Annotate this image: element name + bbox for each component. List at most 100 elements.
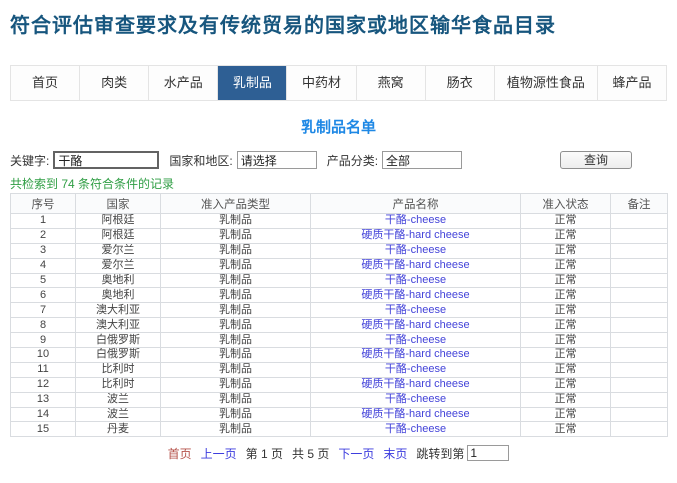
current-page-text: 第 1 页 xyxy=(245,446,283,461)
product-name-cell: 硬质干酪-hard cheese xyxy=(310,257,521,274)
table-cell: 白俄罗斯 xyxy=(75,347,161,363)
product-name-link[interactable]: 硬质干酪-hard cheese xyxy=(361,259,469,271)
product-name-cell: 硬质干酪-hard cheese xyxy=(310,406,521,423)
jump-to-page-input[interactable] xyxy=(467,445,510,462)
table-cell xyxy=(610,272,668,289)
table-row: 11 比利时 乳制品 干酪-cheese 正常 xyxy=(10,361,668,378)
nav-tab-4[interactable]: 中药材 xyxy=(287,66,357,100)
product-name-link[interactable]: 干酪-cheese xyxy=(385,274,446,286)
table-cell xyxy=(610,332,668,349)
table-cell: 正常 xyxy=(520,391,611,408)
table-cell xyxy=(610,361,668,378)
product-name-link[interactable]: 硬质干酪-hard cheese xyxy=(361,229,469,241)
table-cell: 正常 xyxy=(520,227,611,244)
product-name-link[interactable]: 硬质干酪-hard cheese xyxy=(361,408,469,420)
table-cell xyxy=(610,257,668,274)
pagination: 首页 上一页 第 1 页 共 5 页 下一页 末页 跳转到第 xyxy=(0,444,677,462)
product-name-link[interactable]: 干酪-cheese xyxy=(385,423,446,435)
table-cell: 4 xyxy=(10,257,76,274)
product-name-link[interactable]: 干酪-cheese xyxy=(385,363,446,375)
product-name-cell: 干酪-cheese xyxy=(310,272,521,289)
table-cell: 乳制品 xyxy=(160,406,311,423)
table-cell: 爱尔兰 xyxy=(75,257,161,274)
product-name-link[interactable]: 硬质干酪-hard cheese xyxy=(361,289,469,301)
total-pages-text: 共 5 页 xyxy=(291,446,330,461)
table-cell xyxy=(610,391,668,408)
product-name-link[interactable]: 硬质干酪-hard cheese xyxy=(361,319,469,331)
nav-tab-2[interactable]: 水产品 xyxy=(149,66,219,100)
table-cell: 澳大利亚 xyxy=(75,317,161,334)
main-nav: 首页 肉类 水产品 乳制品 中药材 燕窝 肠衣 植物源性食品 蜂产品 xyxy=(10,65,668,101)
table-cell: 正常 xyxy=(520,332,611,349)
prev-page-link[interactable]: 上一页 xyxy=(201,445,237,462)
next-page-link[interactable]: 下一页 xyxy=(338,445,374,462)
table-cell: 乳制品 xyxy=(160,332,311,349)
table-cell: 13 xyxy=(10,391,76,408)
product-name-link[interactable]: 干酪-cheese xyxy=(385,393,446,405)
category-select[interactable] xyxy=(382,151,463,169)
product-name-cell: 硬质干酪-hard cheese xyxy=(310,317,521,334)
product-name-cell: 干酪-cheese xyxy=(310,213,521,229)
table-cell: 阿根廷 xyxy=(75,227,161,244)
table-cell: 乳制品 xyxy=(160,257,311,274)
product-name-cell: 干酪-cheese xyxy=(310,242,521,259)
table-cell: 爱尔兰 xyxy=(75,242,161,259)
table-cell: 澳大利亚 xyxy=(75,302,161,319)
table-cell xyxy=(610,406,668,423)
table-cell: 正常 xyxy=(520,302,611,319)
nav-tab-1[interactable]: 肉类 xyxy=(80,66,150,100)
table-cell xyxy=(610,317,668,334)
product-name-link[interactable]: 干酪-cheese xyxy=(385,244,446,256)
product-name-link[interactable]: 硬质干酪-hard cheese xyxy=(361,378,469,390)
table-cell: 比利时 xyxy=(75,361,161,378)
product-name-cell: 硬质干酪-hard cheese xyxy=(310,227,521,244)
region-label: 国家和地区: xyxy=(169,153,233,168)
result-table: 序号 国家 准入产品类型 产品名称 准入状态 备注 1 阿根廷 乳制品 干酪-cheese 正常 2… xyxy=(10,193,668,438)
table-cell: 9 xyxy=(10,332,76,349)
table-cell: 正常 xyxy=(520,257,611,274)
table-cell: 正常 xyxy=(520,272,611,289)
table-cell: 奥地利 xyxy=(75,287,161,304)
table-cell: 8 xyxy=(10,317,76,334)
first-page-link[interactable]: 首页 xyxy=(168,445,192,462)
product-name-cell: 干酪-cheese xyxy=(310,421,521,438)
table-cell xyxy=(610,227,668,244)
table-cell: 乳制品 xyxy=(160,287,311,304)
nav-tab-0[interactable]: 首页 xyxy=(11,66,81,100)
nav-tab-7[interactable]: 植物源性食品 xyxy=(495,66,598,100)
product-name-link[interactable]: 干酪-cheese xyxy=(385,334,446,346)
table-cell: 乳制品 xyxy=(160,347,311,363)
nav-tab-5[interactable]: 燕窝 xyxy=(357,66,426,100)
table-row: 1 阿根廷 乳制品 干酪-cheese 正常 xyxy=(10,213,668,229)
product-name-cell: 干酪-cheese xyxy=(310,361,521,378)
product-name-link[interactable]: 干酪-cheese xyxy=(385,214,446,226)
last-page-link[interactable]: 末页 xyxy=(383,445,407,462)
table-cell: 白俄罗斯 xyxy=(75,332,161,349)
table-cell: 5 xyxy=(10,272,76,289)
column-header-1: 国家 xyxy=(75,193,161,214)
product-name-link[interactable]: 硬质干酪-hard cheese xyxy=(361,349,469,361)
table-row: 9 白俄罗斯 乳制品 干酪-cheese 正常 xyxy=(10,332,668,349)
table-cell: 12 xyxy=(10,376,76,393)
page-title: 符合评估审查要求及有传统贸易的国家或地区输华食品目录 xyxy=(10,15,556,37)
keyword-input[interactable] xyxy=(53,151,160,169)
query-button[interactable]: 查询 xyxy=(560,151,633,169)
nav-tab-6[interactable]: 肠衣 xyxy=(426,66,495,100)
jump-group: 跳转到第 xyxy=(416,445,510,462)
table-cell: 波兰 xyxy=(75,391,161,408)
region-select[interactable] xyxy=(236,151,317,169)
table-cell xyxy=(610,421,668,438)
table-row: 15 丹麦 乳制品 干酪-cheese 正常 xyxy=(10,421,668,438)
table-cell xyxy=(610,287,668,304)
product-name-link[interactable]: 干酪-cheese xyxy=(385,304,446,316)
product-name-cell: 硬质干酪-hard cheese xyxy=(310,376,521,393)
column-header-0: 序号 xyxy=(10,193,76,214)
table-cell: 正常 xyxy=(520,361,611,378)
table-cell: 正常 xyxy=(520,317,611,334)
table-cell: 乳制品 xyxy=(160,361,311,378)
nav-tab-8[interactable]: 蜂产品 xyxy=(598,66,668,100)
table-cell: 乳制品 xyxy=(160,421,311,438)
nav-tab-3[interactable]: 乳制品 xyxy=(218,66,288,100)
category-label: 产品分类: xyxy=(326,153,379,168)
table-cell: 正常 xyxy=(520,376,611,393)
